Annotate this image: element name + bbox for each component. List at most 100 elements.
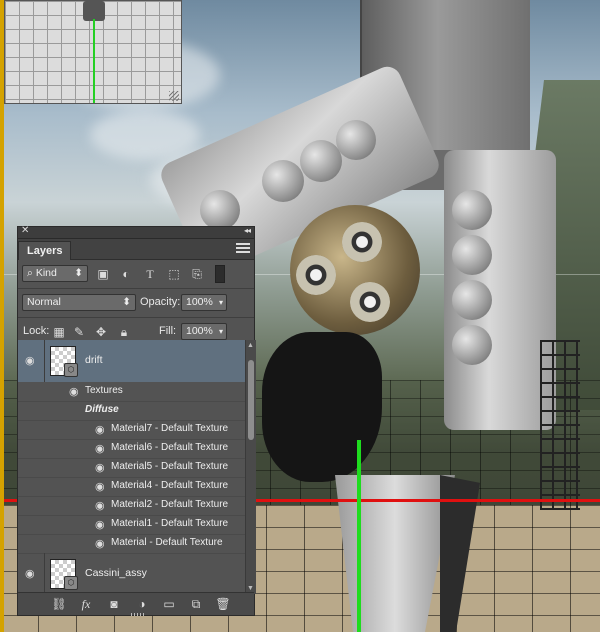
opacity-value: 100% [186,296,213,308]
fx-icon[interactable]: fx [78,596,94,612]
scroll-thumb[interactable] [248,360,254,440]
layer-row-cassini[interactable]: ◉ ⬡ Cassini_assy [18,553,245,594]
material-label: Material2 - Default Texture [111,499,229,510]
material-row[interactable]: ◉ Material - Default Texture [18,534,245,554]
link-icon[interactable]: ⛓ [51,596,67,612]
layers-panel: ✕ ◂◂ Layers ⌕ Kind ⬍ ▣ ◐ T ⬚ ⎘ Normal ⬍ … [17,225,256,616]
chevron-down-icon: ▾ [218,298,223,307]
trash-icon[interactable]: 🗑︎ [215,596,231,612]
layer-thumbnail: ⬡ [50,559,78,590]
layer-name[interactable]: drift [85,354,103,366]
model-shadow [262,332,382,482]
material-row[interactable]: ◉ Material5 - Default Texture [18,458,245,478]
material-row[interactable]: ◉ Material2 - Default Texture [18,496,245,516]
material-label: Material4 - Default Texture [111,480,229,491]
eye-icon[interactable]: ◉ [95,537,105,550]
shape-filter-icon[interactable]: ⬚ [166,266,182,282]
resize-grip-icon[interactable] [169,91,179,101]
filter-kind-label: Kind [35,267,57,279]
eye-icon[interactable]: ◉ [95,461,105,474]
diffuse-label: Diffuse [85,404,119,415]
filter-row: ⌕ Kind ⬍ ▣ ◐ T ⬚ ⎘ [18,260,254,289]
chevron-down-icon: ▾ [218,327,223,336]
layer-thumbnail: ⬡ [50,346,78,377]
lock-all-icon[interactable]: 🔒︎ [116,324,132,340]
eye-icon[interactable]: ◉ [95,423,105,436]
blend-row: Normal ⬍ Opacity: 100% ▾ [18,289,254,318]
3d-layer-badge-icon: ⬡ [64,363,78,377]
model-cylinder [262,160,304,202]
smart-object-filter-icon[interactable]: ⎘ [189,266,205,282]
eye-icon[interactable]: ◉ [25,354,35,367]
eye-icon[interactable]: ◉ [95,480,105,493]
navigator-preview[interactable] [4,0,182,104]
model-cylinder [452,235,492,275]
model-cylinder [452,325,492,365]
eye-icon[interactable]: ◉ [95,499,105,512]
model-cylinder [336,120,376,160]
chevron-down-icon: ⬍ [74,267,83,279]
adjustment-icon[interactable]: ◑ [134,596,150,612]
material-row[interactable]: ◉ Material6 - Default Texture [18,439,245,459]
scroll-down-icon[interactable]: ▼ [247,585,254,592]
model-cylinder [200,190,240,230]
cloud [90,110,200,160]
scroll-up-icon[interactable]: ▲ [247,342,254,349]
lock-label: Lock: [23,325,50,337]
textures-row: ◉ Textures [18,382,245,402]
navigator-axis [93,19,95,103]
diffuse-row: Diffuse [18,401,245,421]
search-icon: ⌕ [27,267,33,279]
layer-list: ◉ ⬡ drift ◉ Textures Diffuse ◉ Material7… [18,340,245,594]
panel-resize-grip[interactable] [131,613,145,616]
visibility-column: ◉ [18,553,45,594]
filter-toggle-switch[interactable] [215,265,225,283]
panel-topbar: ✕ ◂◂ [18,225,254,239]
material-label: Material6 - Default Texture [111,442,229,453]
navigator-model-preview [83,1,105,21]
tab-layers[interactable]: Layers [18,241,72,260]
3d-layer-badge-icon: ⬡ [64,576,78,590]
material-row[interactable]: ◉ Material7 - Default Texture [18,420,245,440]
y-axis-line [357,440,361,632]
material-row[interactable]: ◉ Material1 - Default Texture [18,515,245,535]
model-nozzle [342,222,382,262]
fill-value: 100% [186,325,213,337]
folder-icon[interactable]: ▭ [161,596,177,612]
eye-icon[interactable]: ◉ [25,567,35,580]
adjustment-filter-icon[interactable]: ◐ [118,266,134,282]
type-filter-icon[interactable]: T [142,266,158,282]
layer-list-scrollbar[interactable]: ▲ ▼ [245,340,256,594]
blend-mode-dropdown[interactable]: Normal ⬍ [22,294,136,311]
filter-kind-dropdown[interactable]: ⌕ Kind ⬍ [22,265,88,282]
model-cylinder [452,190,492,230]
new-layer-icon[interactable]: ⧉ [188,596,204,612]
eye-icon[interactable]: ◉ [95,518,105,531]
material-label: Material - Default Texture [111,537,223,548]
close-icon[interactable]: ✕ [21,225,29,236]
pixel-filter-icon[interactable]: ▣ [95,266,111,282]
lock-position-icon[interactable]: ✥ [93,324,109,340]
lock-paint-icon[interactable]: ✎ [71,324,87,340]
collapse-icon[interactable]: ◂◂ [244,226,251,235]
lock-transparent-icon[interactable]: ▦ [51,324,67,340]
material-row[interactable]: ◉ Material4 - Default Texture [18,477,245,497]
material-label: Material1 - Default Texture [111,518,229,529]
model-nozzle [296,255,336,295]
opacity-label: Opacity: [140,296,181,308]
visibility-column: ◉ [18,340,45,382]
layer-row-drift[interactable]: ◉ ⬡ drift [18,340,245,382]
chevron-down-icon: ⬍ [122,296,131,308]
eye-icon[interactable]: ◉ [95,442,105,455]
textures-label: Textures [85,385,123,396]
model-nozzle [350,282,390,322]
eye-icon[interactable]: ◉ [69,385,79,398]
opacity-input[interactable]: 100% ▾ [181,294,227,311]
fill-input[interactable]: 100% ▾ [181,323,227,340]
add-mask-icon[interactable]: ◙ [106,596,122,612]
layer-name[interactable]: Cassini_assy [85,567,147,579]
model-scaffold [540,340,580,510]
fill-label: Fill: [159,325,177,337]
model-cylinder [452,280,492,320]
panel-menu-icon[interactable] [236,243,250,253]
